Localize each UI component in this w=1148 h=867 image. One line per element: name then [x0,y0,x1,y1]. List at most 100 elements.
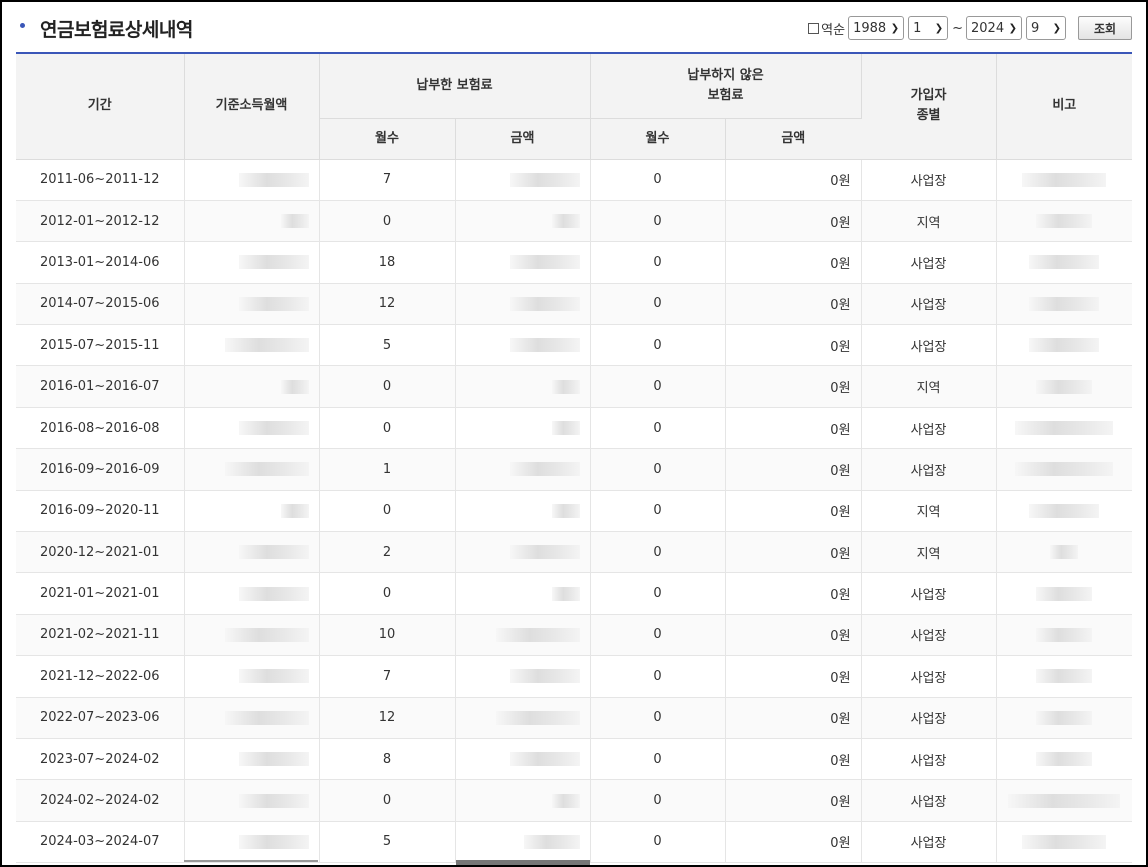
table-row: 2020-12~2021-01 2 0 0원 지역 [16,531,1133,574]
cell-unpaid-months: 0 [590,821,726,864]
reverse-order-label[interactable]: 역순 [821,19,845,38]
table-row: 2014-07~2015-06 12 0 0원 사업장 [16,283,1133,326]
chevron-down-icon: ❯ [890,22,900,34]
cell-paid-months: 1 [319,448,456,491]
horizontal-scrollbar[interactable] [456,860,590,865]
header-unpaid-line2: 보험료 [707,87,744,103]
bullet-icon [20,23,25,28]
redacted-value [509,255,580,270]
table-row: 2011-06~2011-12 7 0 0원 사업장 [16,159,1133,201]
cell-note [996,821,1133,864]
cell-base-income [184,241,320,284]
cell-period: 2016-09~2016-09 [16,448,185,491]
redacted-value [238,296,309,311]
redacted-value [1008,793,1121,808]
cell-period: 2023-07~2024-02 [16,738,185,781]
cell-unpaid-amount: 0원 [725,241,862,284]
cell-unpaid-amount: 0원 [725,655,862,698]
cell-subscriber-type: 사업장 [861,448,997,491]
cell-unpaid-months: 0 [590,448,726,491]
redacted-value [238,752,309,767]
redacted-value [1015,462,1114,477]
cell-subscriber-type: 지역 [861,490,997,533]
table-row: 2022-07~2023-06 12 0 0원 사업장 [16,697,1133,739]
redacted-value [551,214,580,229]
redacted-value [509,338,580,353]
cell-paid-amount [455,407,591,450]
redacted-value [495,627,580,642]
cell-base-income [184,200,320,243]
redacted-value [523,834,580,849]
redacted-value [551,503,580,518]
cell-paid-months: 0 [319,200,456,243]
redacted-value [238,834,309,849]
redacted-value [551,379,580,394]
cell-period: 2016-09~2020-11 [16,490,185,533]
redacted-value [1036,710,1093,725]
table-body: 2011-06~2011-12 7 0 0원 사업장 2012-01~2012-12 0 0 0… [16,159,1133,864]
cell-base-income [184,655,320,698]
header-subscriber-line1: 가입자 [910,88,947,104]
redacted-value [551,421,580,436]
redacted-value [224,627,309,642]
cell-unpaid-months: 0 [590,614,726,657]
table-row: 2016-01~2016-07 0 0 0원 지역 [16,365,1133,408]
cell-note [996,241,1133,284]
table-row: 2021-01~2021-01 0 0 0원 사업장 [16,572,1133,615]
redacted-value [1029,296,1100,311]
cell-paid-amount [455,200,591,243]
header-paid: 납부한 보험료 [319,54,591,119]
cell-unpaid-months: 0 [590,697,726,739]
cell-period: 2014-07~2015-06 [16,283,185,326]
pension-table: 기간 기준소득월액 납부한 보험료 납부하지 않은 보험료 가입자 종별 비고 월수… [16,54,1133,864]
cell-note [996,283,1133,326]
header-note: 비고 [996,54,1133,160]
table-row: 2013-01~2014-06 18 0 0원 사업장 [16,241,1133,284]
redacted-value [238,255,309,270]
cell-note [996,365,1133,408]
table-row: 2024-02~2024-02 0 0 0원 사업장 [16,779,1133,822]
header-subscriber-line2: 종별 [916,108,941,124]
cell-paid-months: 2 [319,531,456,574]
cell-base-income [184,324,320,367]
cell-paid-amount [455,490,591,533]
reverse-order-checkbox[interactable] [808,22,820,34]
cell-subscriber-type: 지역 [861,365,997,408]
cell-unpaid-amount: 0원 [725,821,862,864]
header-paid-months: 월수 [319,118,456,160]
redacted-value [509,296,580,311]
cell-period: 2024-02~2024-02 [16,779,185,822]
cell-base-income [184,448,320,491]
cell-base-income [184,490,320,533]
cell-paid-months: 0 [319,779,456,822]
cell-paid-amount [455,655,591,698]
header-base-income: 기준소득월액 [184,54,320,160]
redacted-value [509,752,580,767]
cell-period: 2022-07~2023-06 [16,697,185,739]
redacted-value [509,545,580,560]
from-month-select[interactable]: 1 ❯ [908,16,949,40]
cell-period: 2021-12~2022-06 [16,655,185,698]
cell-note [996,159,1133,201]
cell-unpaid-months: 0 [590,200,726,243]
redacted-value [1015,421,1114,436]
redacted-value [1036,752,1093,767]
period-filter: 역순 1988 ❯ 1 ❯ ~ 2024 ❯ 9 ❯ 조회 [808,16,1132,40]
table-row: 2016-09~2016-09 1 0 0원 사업장 [16,448,1133,491]
redacted-value [495,710,580,725]
cell-subscriber-type: 지역 [861,200,997,243]
table-row: 2016-09~2020-11 0 0 0원 지역 [16,490,1133,533]
query-button[interactable]: 조회 [1078,16,1132,40]
table-row: 2015-07~2015-11 5 0 0원 사업장 [16,324,1133,367]
to-month-select[interactable]: 9 ❯ [1026,16,1066,40]
cell-unpaid-months: 0 [590,407,726,450]
cell-paid-months: 10 [319,614,456,657]
cell-unpaid-amount: 0원 [725,407,862,450]
section-header: 연금보험료상세내역 역순 1988 ❯ 1 ❯ ~ 2024 ❯ 9 ❯ 조회 [2,2,1146,54]
redacted-value [509,669,580,684]
from-year-select[interactable]: 1988 ❯ [848,16,905,40]
to-year-select[interactable]: 2024 ❯ [966,16,1022,40]
cell-paid-amount [455,241,591,284]
cell-paid-months: 12 [319,283,456,326]
cell-unpaid-amount: 0원 [725,324,862,367]
